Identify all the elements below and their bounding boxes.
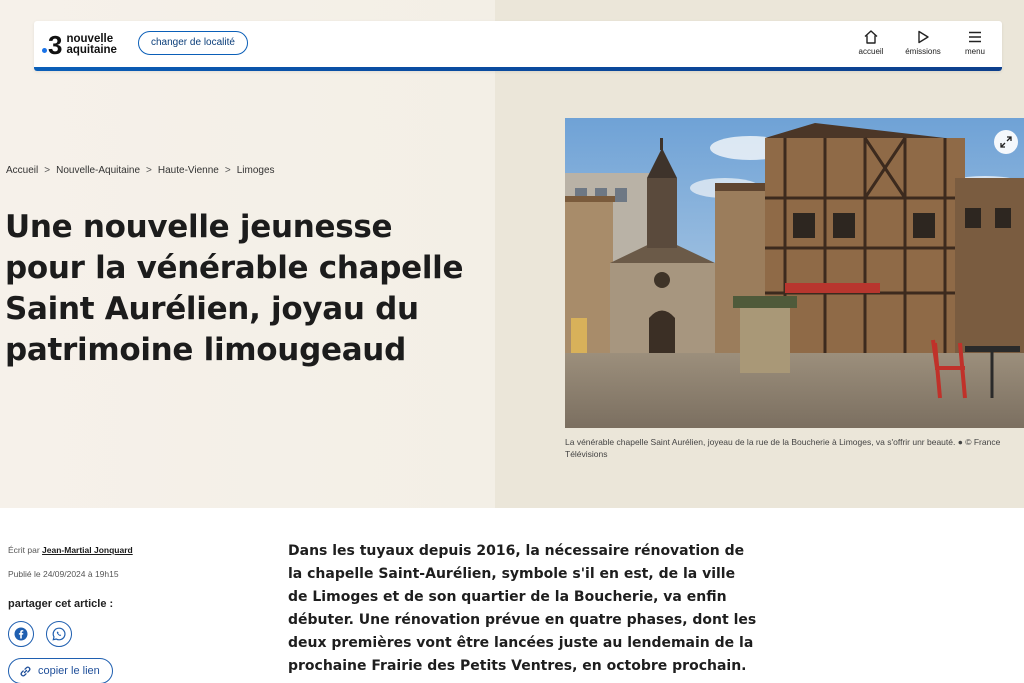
logo-dot <box>42 47 47 53</box>
breadcrumb: Accueil > Nouvelle-Aquitaine > Haute-Vie… <box>6 165 275 176</box>
logo-line-2: aquitaine <box>66 44 117 56</box>
breadcrumb-item-department[interactable]: Haute-Vienne <box>158 165 219 176</box>
logo-wordmark: nouvelle aquitaine <box>66 33 117 56</box>
chevron-right-icon: > <box>146 165 152 176</box>
expand-icon <box>1000 136 1012 148</box>
logo-number: 3 <box>48 30 63 60</box>
facebook-icon <box>14 627 28 641</box>
nav-home[interactable]: accueil <box>852 29 890 61</box>
copy-link-button[interactable]: copier le lien <box>8 658 113 683</box>
link-icon <box>20 666 31 676</box>
play-icon <box>918 30 929 44</box>
article-photo[interactable] <box>565 118 1024 428</box>
breadcrumb-item-city[interactable]: Limoges <box>237 165 275 176</box>
written-by-label: Écrit par <box>8 545 40 555</box>
share-label: partager cet article : <box>8 598 114 610</box>
breadcrumb-item-region[interactable]: Nouvelle-Aquitaine <box>56 165 140 176</box>
nav-home-label: accueil <box>858 47 884 56</box>
whatsapp-icon <box>52 627 66 641</box>
nav-menu-label: menu <box>964 47 985 56</box>
author-line: Écrit par Jean-Martial Jonquard <box>8 545 133 555</box>
share-whatsapp-button[interactable] <box>46 621 72 647</box>
article-lead: Dans les tuyaux depuis 2016, la nécessai… <box>288 543 757 674</box>
expand-photo-button[interactable] <box>994 130 1018 154</box>
main-nav: accueil émissions menu <box>852 29 994 61</box>
hamburger-icon <box>969 31 981 43</box>
chevron-right-icon: > <box>224 165 231 176</box>
nav-menu[interactable]: menu <box>956 29 994 61</box>
copy-link-label: copier le lien <box>38 665 100 677</box>
change-locality-button[interactable]: changer de localité <box>138 31 248 55</box>
article-title: Une nouvelle jeunesse pour la vénérable … <box>5 209 464 368</box>
chevron-right-icon: > <box>44 165 51 176</box>
site-logo[interactable]: 3 nouvelle aquitaine <box>42 30 117 60</box>
publish-date: Publié le 24/09/2024 à 19h15 <box>8 569 119 579</box>
author-link[interactable]: Jean-Martial Jonquard <box>42 545 133 555</box>
header-accent-bar <box>34 67 1002 71</box>
breadcrumb-item-accueil[interactable]: Accueil <box>6 165 38 176</box>
chapel-square-illustration <box>565 118 1024 428</box>
home-icon <box>864 30 878 44</box>
nav-shows[interactable]: émissions <box>904 29 942 61</box>
share-facebook-button[interactable] <box>8 621 34 647</box>
nav-shows-label: émissions <box>905 47 941 56</box>
photo-caption: La vénérable chapelle Saint Aurélien, jo… <box>565 437 1001 459</box>
site-header: 3 nouvelle aquitaine changer de localité… <box>34 21 1002 71</box>
